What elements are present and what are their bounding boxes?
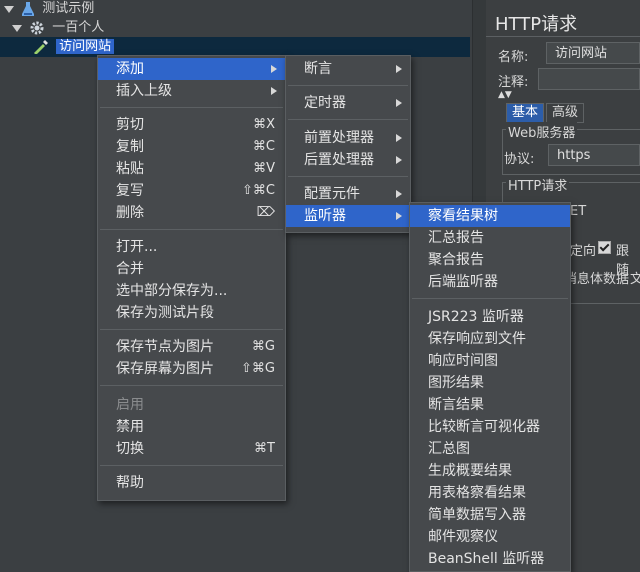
menu-separator: [100, 107, 283, 108]
tab-advanced[interactable]: 高级: [546, 103, 585, 123]
listener-item-aggregate-report[interactable]: 聚合报告: [410, 249, 570, 271]
tree-node-label: 测试示例: [42, 1, 95, 16]
menu-item-insert-parent[interactable]: 插入上级: [98, 80, 285, 102]
submenu-arrow-icon: [396, 212, 402, 220]
listener-item-backend-listener[interactable]: 后端监听器: [410, 271, 570, 293]
collapse-arrows-icon[interactable]: ▲▼: [498, 90, 512, 100]
menu-item-toggle[interactable]: 切换 ⌘T: [98, 438, 285, 460]
menu-item-save-screen-image[interactable]: 保存屏幕为图片 ⇧⌘G: [98, 358, 285, 380]
submenu-item-pre-processor[interactable]: 前置处理器: [286, 127, 410, 149]
expand-triangle-icon[interactable]: [4, 5, 14, 13]
tree-node-label: 访问网站: [56, 39, 115, 54]
pipette-icon: [32, 40, 48, 55]
comment-field[interactable]: [538, 68, 640, 90]
menu-item-paste[interactable]: 粘贴 ⌘V: [98, 158, 285, 180]
submenu-item-assertion[interactable]: 断言: [286, 58, 410, 80]
submenu-item-config-element[interactable]: 配置元件: [286, 183, 410, 205]
method-select-partial[interactable]: ET: [570, 204, 586, 219]
protocol-label: 协议:: [504, 152, 535, 167]
menu-separator: [100, 385, 283, 386]
tree-node-root[interactable]: 测试示例: [4, 0, 94, 18]
listener-item-aggregate-graph[interactable]: 汇总图: [410, 438, 570, 460]
listener-item-save-responses[interactable]: 保存响应到文件: [410, 328, 570, 350]
add-submenu: 断言 定时器 前置处理器 后置处理器 配置元件 监听器: [285, 55, 411, 233]
http-request-label: HTTP请求: [506, 175, 570, 194]
menu-separator: [288, 176, 408, 177]
tab-body-data[interactable]: 消息体数据: [564, 268, 629, 287]
listener-submenu: 察看结果树 汇总报告 聚合报告 后端监听器 JSR223 监听器 保存响应到文件…: [409, 202, 571, 572]
redirect-label-partial: 定向: [570, 244, 597, 259]
submenu-arrow-icon: [271, 87, 277, 95]
listener-item-mailer[interactable]: 邮件观察仪: [410, 526, 570, 548]
tree-node-label: 一百个人: [52, 20, 105, 35]
panel-title: HTTP请求: [495, 14, 578, 35]
menu-item-cut[interactable]: 剪切 ⌘X: [98, 114, 285, 136]
menu-item-duplicate[interactable]: 复写 ⇧⌘C: [98, 180, 285, 202]
menu-separator: [100, 229, 283, 230]
name-field[interactable]: 访问网站: [546, 42, 640, 64]
follow-redirects-checkbox[interactable]: [598, 241, 611, 254]
menu-item-open[interactable]: 打开...: [98, 236, 285, 258]
listener-item-assertion-results[interactable]: 断言结果: [410, 394, 570, 416]
menu-separator: [288, 85, 408, 86]
submenu-arrow-icon: [396, 156, 402, 164]
tree-node-thread-group[interactable]: 一百个人: [12, 19, 104, 37]
submenu-arrow-icon: [396, 99, 402, 107]
listener-item-jsr223[interactable]: JSR223 监听器: [410, 306, 570, 328]
tab-files-partial[interactable]: 文: [630, 268, 640, 287]
submenu-arrow-icon: [271, 65, 277, 73]
submenu-arrow-icon: [396, 134, 402, 142]
gear-icon: [30, 21, 44, 35]
delete-key-icon: ⌦: [256, 205, 275, 220]
listener-item-view-results-table[interactable]: 用表格察看结果: [410, 482, 570, 504]
context-menu: 添加 插入上级 剪切 ⌘X 复制 ⌘C 粘贴 ⌘V 复写 ⇧⌘C 删除 ⌦ 打开... 合…: [97, 55, 286, 501]
listener-item-view-results-tree[interactable]: 察看结果树: [410, 205, 570, 227]
comment-label: 注释:: [498, 75, 529, 90]
menu-item-save-fragment[interactable]: 保存为测试片段: [98, 302, 285, 324]
listener-item-generate-summary[interactable]: 生成概要结果: [410, 460, 570, 482]
menu-separator: [288, 119, 408, 120]
listener-item-summary-report[interactable]: 汇总报告: [410, 227, 570, 249]
listener-item-graph-results[interactable]: 图形结果: [410, 372, 570, 394]
submenu-item-timer[interactable]: 定时器: [286, 92, 410, 114]
menu-item-disable[interactable]: 禁用: [98, 416, 285, 438]
submenu-item-listener[interactable]: 监听器: [286, 205, 410, 227]
menu-separator: [100, 329, 283, 330]
menu-item-enable: 启用: [116, 397, 144, 413]
web-server-label: Web服务器: [506, 122, 578, 141]
menu-separator: [412, 298, 568, 299]
menu-item-save-node-image[interactable]: 保存节点为图片 ⌘G: [98, 336, 285, 358]
tree-node-http-request[interactable]: 访问网站: [32, 38, 115, 56]
listener-item-beanshell[interactable]: BeanShell 监听器: [410, 548, 570, 570]
flask-icon: [22, 2, 35, 16]
listener-item-simple-data-writer[interactable]: 简单数据写入器: [410, 504, 570, 526]
menu-item-merge[interactable]: 合并: [98, 258, 285, 280]
menu-item-copy[interactable]: 复制 ⌘C: [98, 136, 285, 158]
menu-item-add[interactable]: 添加: [98, 58, 285, 80]
submenu-arrow-icon: [396, 65, 402, 73]
menu-item-delete[interactable]: 删除 ⌦: [98, 202, 285, 224]
name-label: 名称:: [498, 50, 529, 65]
listener-item-response-time-graph[interactable]: 响应时间图: [410, 350, 570, 372]
menu-item-help[interactable]: 帮助: [98, 472, 285, 494]
protocol-field[interactable]: https: [548, 144, 640, 166]
menu-separator: [100, 465, 283, 466]
submenu-item-post-processor[interactable]: 后置处理器: [286, 149, 410, 171]
menu-item-save-selection[interactable]: 选中部分保存为...: [98, 280, 285, 302]
submenu-arrow-icon: [396, 190, 402, 198]
tab-basic[interactable]: 基本: [506, 103, 545, 123]
title-divider: [486, 36, 640, 37]
expand-triangle-icon[interactable]: [12, 24, 22, 32]
listener-item-comparison-assertion[interactable]: 比较断言可视化器: [410, 416, 570, 438]
